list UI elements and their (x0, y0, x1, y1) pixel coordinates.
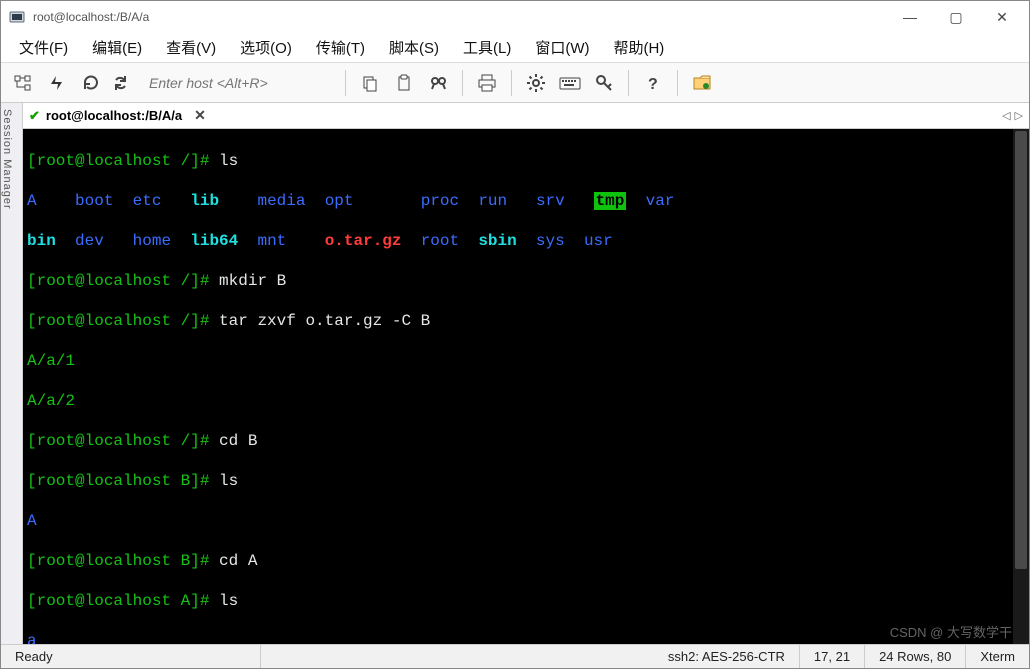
content-area: Session Manager ✔ root@localhost:/B/A/a … (1, 103, 1029, 644)
status-ready: Ready (1, 645, 261, 668)
menu-window[interactable]: 窗口(W) (527, 33, 597, 62)
menu-view[interactable]: 查看(V) (158, 33, 224, 62)
print-icon[interactable] (473, 69, 501, 97)
session-manager-panel[interactable]: Session Manager (1, 103, 23, 644)
main-pane: ✔ root@localhost:/B/A/a ✕ ◁ ▷ [root@loca… (23, 103, 1029, 644)
session-tree-icon[interactable] (9, 69, 37, 97)
tab-nav-left[interactable]: ◁ (1002, 109, 1010, 122)
toolbar: ? (1, 63, 1029, 103)
connected-icon: ✔ (29, 108, 40, 124)
menu-file[interactable]: 文件(F) (11, 33, 76, 62)
toolbar-separator (628, 70, 629, 96)
status-bar: Ready ssh2: AES-256-CTR 17, 21 24 Rows, … (1, 644, 1029, 668)
keyboard-icon[interactable] (556, 69, 584, 97)
app-icon (9, 9, 25, 25)
toolbar-separator (511, 70, 512, 96)
menu-script[interactable]: 脚本(S) (381, 33, 447, 62)
maximize-button[interactable]: ▢ (933, 1, 979, 33)
window-title: root@localhost:/B/A/a (33, 10, 887, 24)
key-icon[interactable] (590, 69, 618, 97)
terminal[interactable]: [root@localhost /]# ls A boot etc lib me… (23, 129, 1029, 644)
tab-close-icon[interactable]: ✕ (194, 107, 206, 124)
menu-tools[interactable]: 工具(L) (455, 33, 519, 62)
menu-edit[interactable]: 编辑(E) (84, 33, 150, 62)
menu-options[interactable]: 选项(O) (232, 33, 300, 62)
window-titlebar: root@localhost:/B/A/a — ▢ ✕ (1, 1, 1029, 33)
close-button[interactable]: ✕ (979, 1, 1025, 33)
session-tab[interactable]: ✔ root@localhost:/B/A/a ✕ (29, 107, 206, 124)
reconnect-icon[interactable] (77, 69, 105, 97)
toolbar-separator (462, 70, 463, 96)
tab-title: root@localhost:/B/A/a (46, 108, 182, 123)
find-icon[interactable] (424, 69, 452, 97)
help-icon[interactable]: ? (639, 69, 667, 97)
status-terminal-type: Xterm (966, 645, 1029, 668)
copy-icon[interactable] (356, 69, 384, 97)
status-cursor-pos: 17, 21 (800, 645, 865, 668)
tab-bar: ✔ root@localhost:/B/A/a ✕ ◁ ▷ (23, 103, 1029, 129)
settings-icon[interactable] (522, 69, 550, 97)
terminal-scrollbar[interactable] (1013, 129, 1029, 644)
toolbar-separator (345, 70, 346, 96)
minimize-button[interactable]: — (887, 1, 933, 33)
paste-icon[interactable] (390, 69, 418, 97)
toolbar-separator (677, 70, 678, 96)
scrollbar-thumb[interactable] (1015, 131, 1027, 569)
status-connection: ssh2: AES-256-CTR (654, 645, 800, 668)
tab-nav-right[interactable]: ▷ (1015, 109, 1023, 122)
status-size: 24 Rows, 80 (865, 645, 966, 668)
quick-connect-icon[interactable] (43, 69, 71, 97)
svg-text:?: ? (648, 76, 658, 92)
host-input[interactable] (145, 71, 335, 95)
menu-bar: 文件(F) 编辑(E) 查看(V) 选项(O) 传输(T) 脚本(S) 工具(L… (1, 33, 1029, 63)
menu-help[interactable]: 帮助(H) (605, 33, 672, 62)
menu-transfer[interactable]: 传输(T) (308, 33, 373, 62)
sftp-icon[interactable] (688, 69, 716, 97)
reconnect-all-icon[interactable] (111, 69, 139, 97)
